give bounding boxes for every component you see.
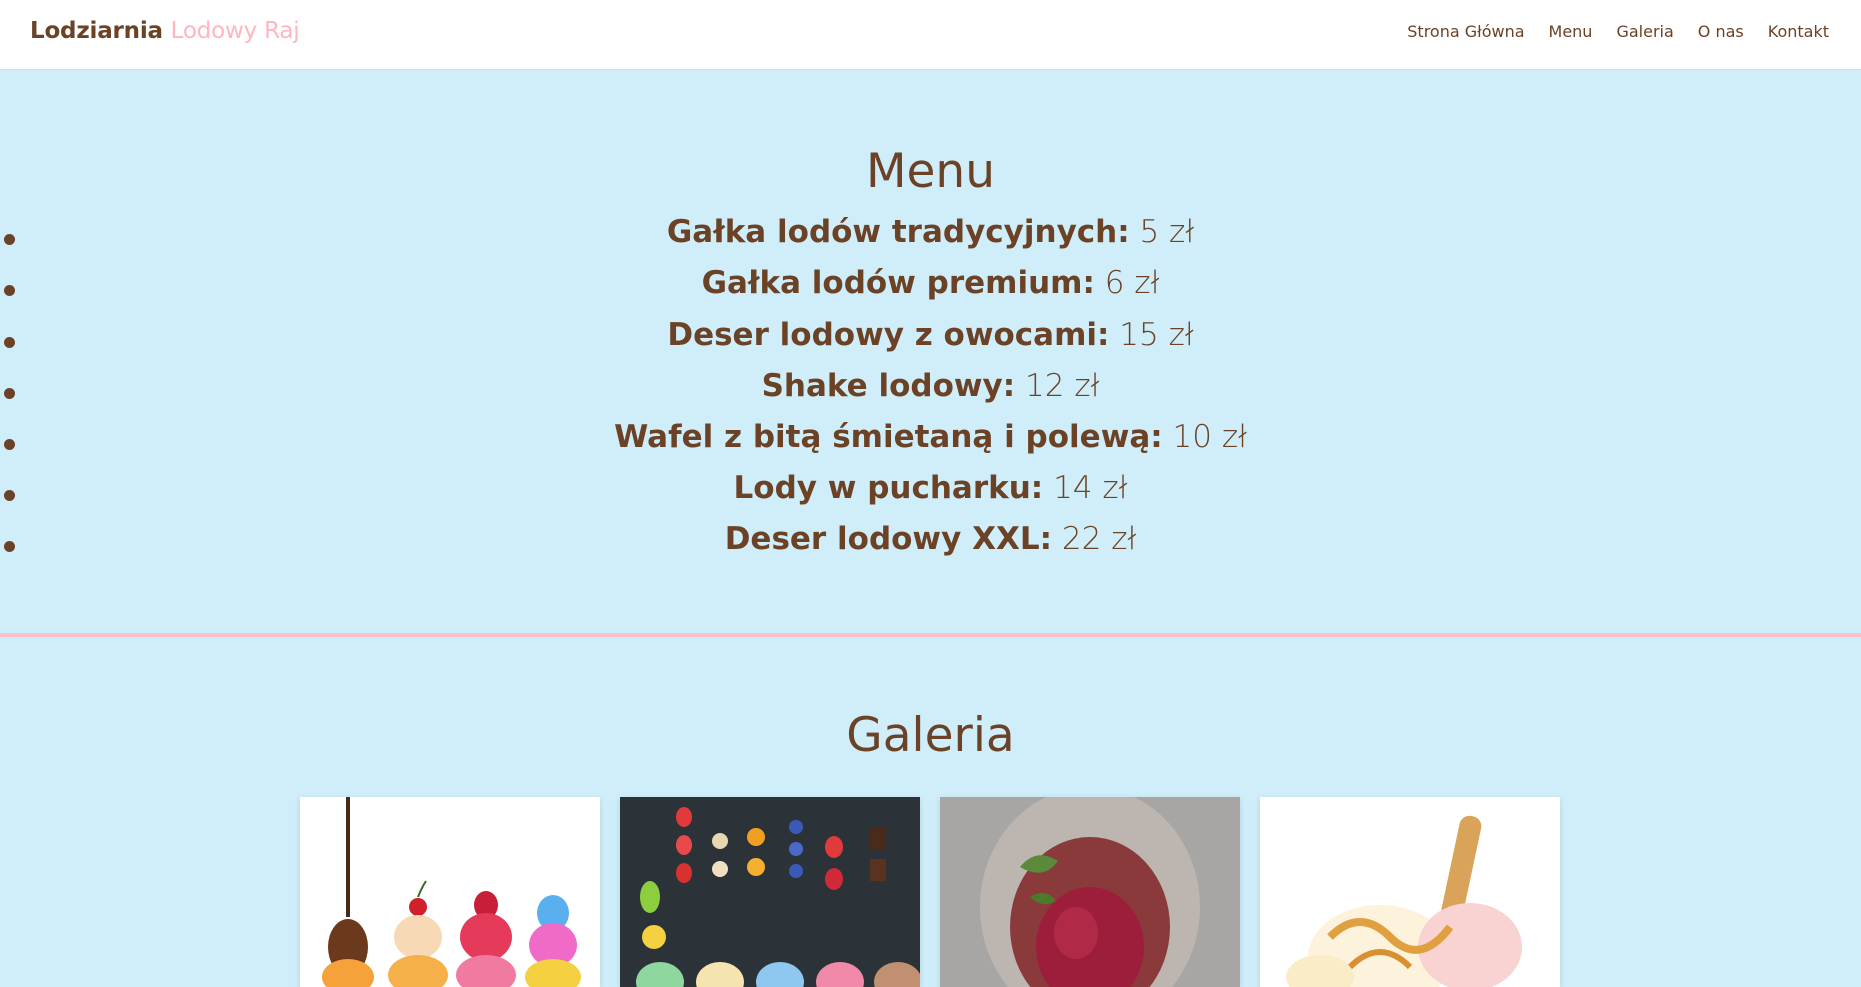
menu-item-price: 15 zł — [1119, 317, 1194, 353]
menu-item-price: 12 zł — [1025, 368, 1100, 404]
menu-item-name: Lody w pucharku: — [733, 470, 1044, 506]
menu-item-price: 22 zł — [1061, 521, 1137, 557]
menu-item: Wafel z bitą śmietaną i polewą: 10 zł — [0, 419, 1861, 470]
menu-item-name: Deser lodowy z owocami: — [667, 317, 1110, 353]
site-logo[interactable]: Lodziarnia Lodowy Raj — [30, 18, 300, 44]
nav-link-contact[interactable]: Kontakt — [1768, 22, 1829, 41]
bullet — [4, 234, 15, 245]
menu-item-name: Gałka lodów tradycyjnych: — [666, 214, 1130, 250]
menu-section: Menu Gałka lodów tradycyjnych: 5 zł Gałk… — [0, 69, 1861, 634]
menu-item: Gałka lodów premium: 6 zł — [0, 265, 1861, 316]
bullet — [4, 285, 15, 296]
menu-item-price: 6 zł — [1104, 265, 1160, 301]
bullet — [4, 541, 15, 552]
menu-item-name: Shake lodowy: — [761, 368, 1016, 404]
menu-item-price: 5 zł — [1139, 214, 1195, 250]
menu-item-price: 10 zł — [1172, 419, 1247, 455]
berry-sorbet-cup-image[interactable] — [940, 797, 1240, 987]
menu-item-name: Wafel z bitą śmietaną i polewą: — [614, 419, 1163, 455]
nav-link-gallery[interactable]: Galeria — [1616, 22, 1673, 41]
section-divider — [0, 633, 1861, 637]
ice-cream-cones-image[interactable] — [300, 797, 600, 987]
menu-item: Lody w pucharku: 14 zł — [0, 470, 1861, 521]
bullet — [4, 439, 15, 450]
menu-item-price: 14 zł — [1053, 470, 1128, 506]
caramel-ice-cream-scoops-image[interactable] — [1260, 797, 1560, 987]
nav-link-home[interactable]: Strona Główna — [1407, 22, 1524, 41]
site-header: Lodziarnia Lodowy Raj Strona Główna Menu… — [0, 0, 1861, 69]
main-nav: Strona Główna Menu Galeria O nas Kontakt — [1407, 22, 1829, 41]
nav-link-menu[interactable]: Menu — [1549, 22, 1593, 41]
menu-item: Shake lodowy: 12 zł — [0, 368, 1861, 419]
menu-title: Menu — [865, 144, 996, 199]
brand-name: Lodziarnia — [30, 18, 163, 44]
menu-item-name: Gałka lodów premium: — [701, 265, 1095, 301]
nav-link-about[interactable]: O nas — [1698, 22, 1744, 41]
menu-item: Deser lodowy z owocami: 15 zł — [0, 317, 1861, 368]
menu-item-name: Deser lodowy XXL: — [724, 521, 1053, 557]
menu-item: Deser lodowy XXL: 22 zł — [0, 521, 1861, 572]
bullet — [4, 388, 15, 399]
menu-item: Gałka lodów tradycyjnych: 5 zł — [0, 214, 1861, 265]
brand-accent: Lodowy Raj — [170, 18, 300, 44]
bullet — [4, 337, 15, 348]
fruit-and-ice-cream-flatlay-image[interactable] — [620, 797, 920, 987]
gallery-title: Galeria — [846, 708, 1015, 763]
bullet — [4, 490, 15, 501]
